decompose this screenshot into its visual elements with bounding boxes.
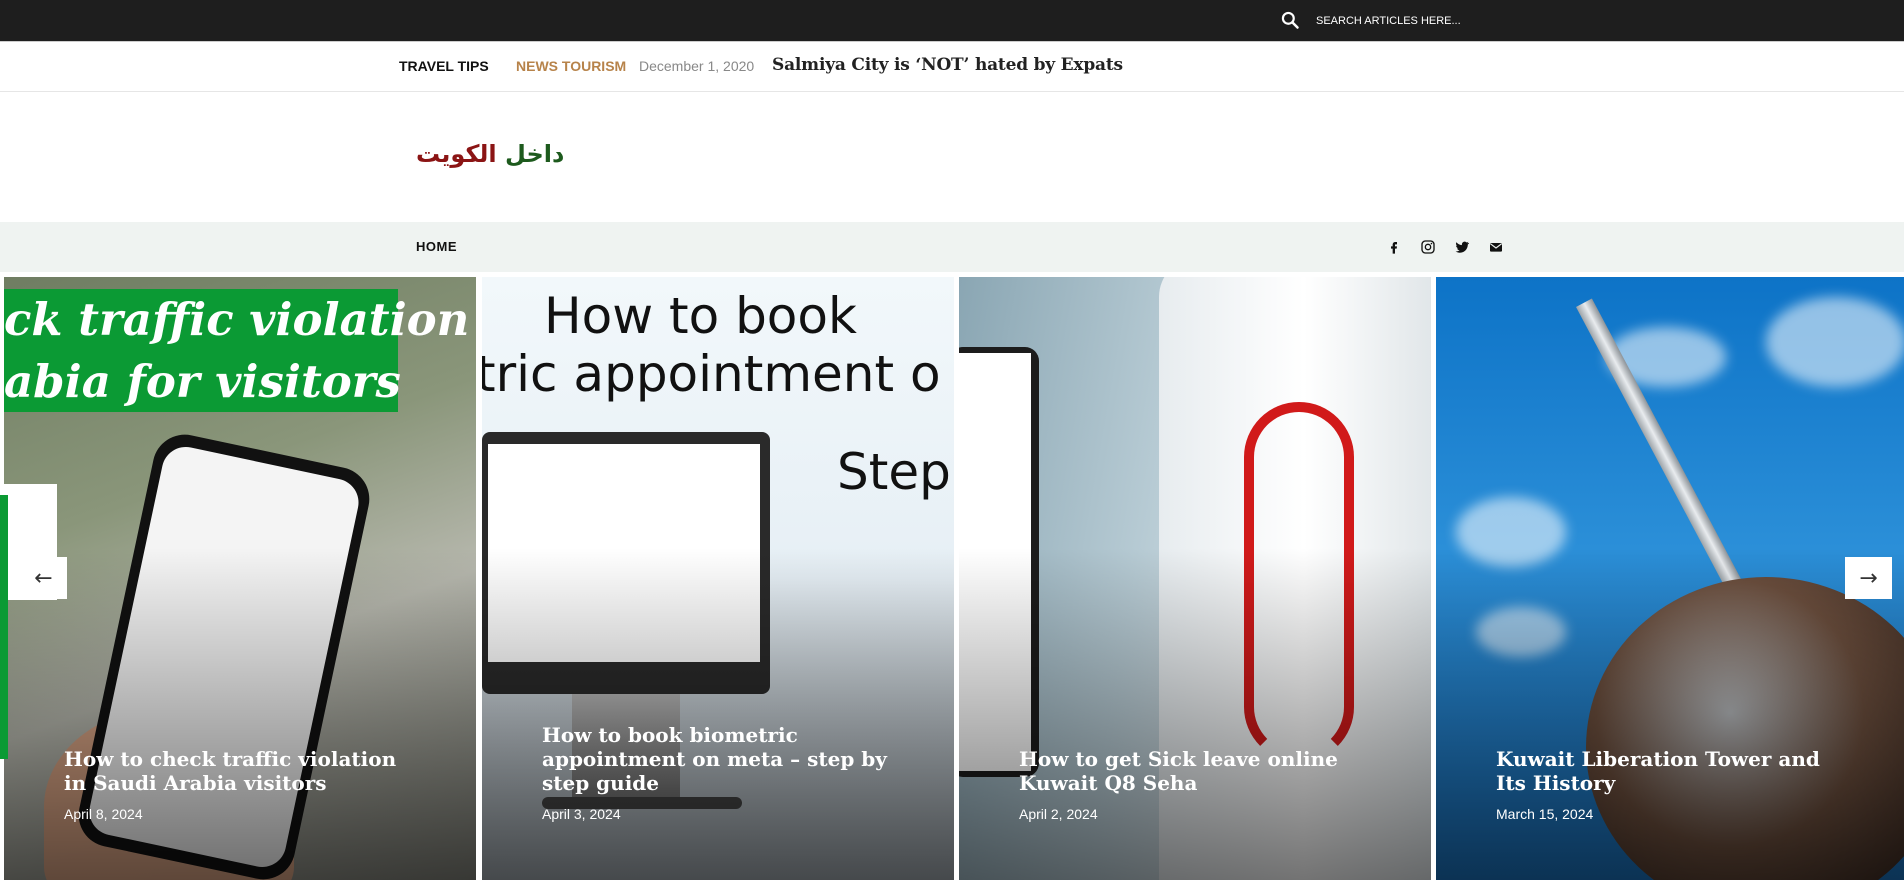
top-bar (0, 0, 1904, 42)
slide-date: April 3, 2024 (542, 806, 621, 822)
image-text-line: tric appointment o (482, 345, 941, 403)
slider-prev-button[interactable]: ← (20, 557, 67, 599)
search-icon[interactable] (1280, 10, 1302, 32)
facebook-icon[interactable] (1384, 237, 1404, 257)
image-banner: ck traffic violation abia for visitors (4, 289, 469, 412)
slide-title[interactable]: How to check traffic violation in Saudi … (64, 747, 424, 795)
slide-card[interactable]: ck traffic violation abia for visitors H… (4, 277, 476, 880)
logo-text-part2: الكويت (416, 140, 497, 168)
slide-card[interactable]: How to get Sick leave online Kuwait Q8 S… (959, 277, 1431, 880)
ticker-date: December 1, 2020 (639, 58, 755, 74)
featured-slider: ck traffic violation abia for visitors H… (0, 277, 1904, 880)
slider-next-button[interactable]: → (1845, 557, 1892, 599)
slide-title[interactable]: How to get Sick leave online Kuwait Q8 S… (1019, 747, 1379, 795)
logo-text-part1: داخل (505, 140, 565, 168)
image-text-line: How to book (544, 287, 857, 345)
slide-title[interactable]: Kuwait Liberation Tower and Its History (1496, 747, 1856, 795)
slide-date: March 15, 2024 (1496, 806, 1594, 822)
twitter-icon[interactable] (1452, 237, 1472, 257)
slide-date: April 2, 2024 (1019, 806, 1098, 822)
banner-text-line: abia for visitors (4, 355, 401, 408)
site-logo[interactable]: داخل الكويت (416, 140, 564, 168)
slide-card[interactable]: Kuwait Liberation Tower and Its History … (1436, 277, 1904, 880)
banner-text-line: ck traffic violation (4, 293, 470, 346)
instagram-icon[interactable] (1418, 237, 1438, 257)
ticker-label: TRAVEL TIPS (399, 58, 489, 74)
search-bar[interactable] (1280, 10, 1520, 32)
news-ticker: TRAVEL TIPS NEWS TOURISM December 1, 202… (0, 42, 1904, 92)
nav-item-home[interactable]: HOME (416, 239, 457, 254)
ticker-article-link[interactable]: Salmiya City is ‘NOT’ hated by Expats (772, 55, 1123, 75)
slide-title[interactable]: How to book biometric appointment on met… (542, 723, 902, 795)
ticker-category-link[interactable]: NEWS TOURISM (516, 58, 626, 74)
search-input[interactable] (1316, 15, 1516, 27)
image-text-line: Step (837, 443, 951, 501)
mail-icon[interactable] (1486, 237, 1506, 257)
slide-card[interactable]: How to book tric appointment o Step How … (482, 277, 954, 880)
social-links (1384, 237, 1506, 257)
main-nav: HOME (0, 222, 1904, 272)
slide-date: April 8, 2024 (64, 806, 143, 822)
